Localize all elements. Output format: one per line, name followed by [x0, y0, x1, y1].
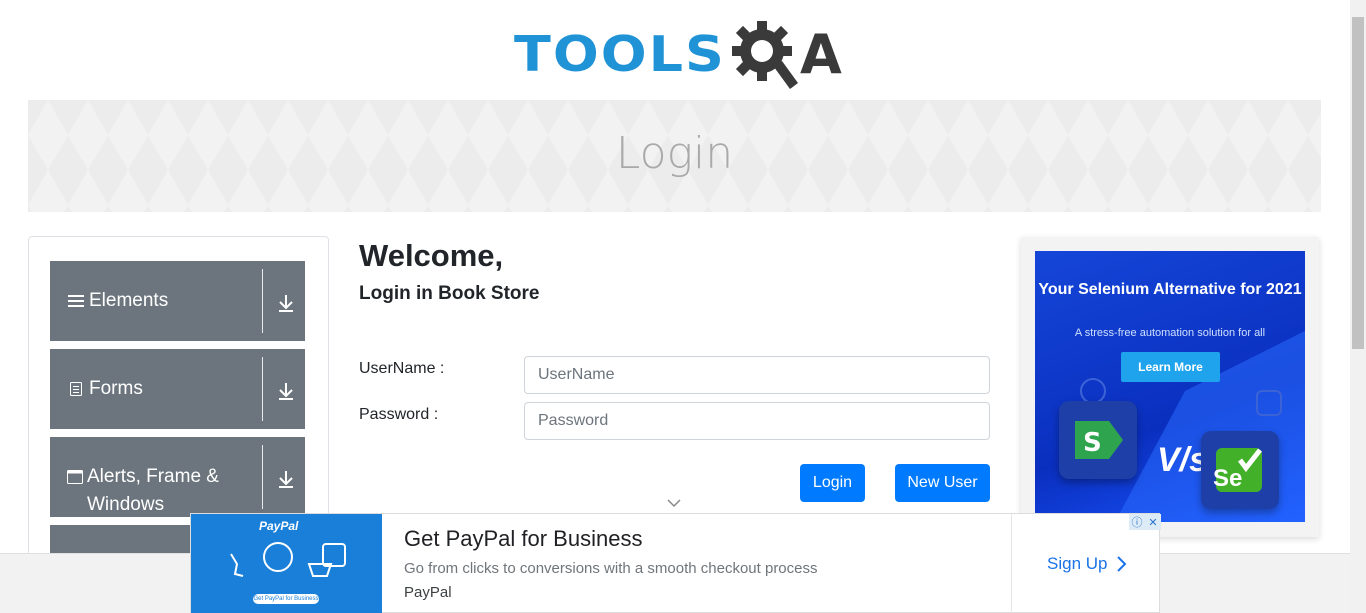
sidebar-group-elements[interactable]: Elements: [50, 261, 305, 341]
sign-up-link[interactable]: Sign Up: [1047, 554, 1129, 574]
sidebar-group-label: Alerts, Frame & Windows: [87, 466, 219, 515]
ad-headline: Your Selenium Alternative for 2021: [1038, 281, 1302, 298]
page-title: Login: [615, 128, 734, 179]
username-label: UserName :: [359, 360, 445, 377]
selenium-text: Se: [1213, 465, 1243, 492]
sign-up-label: Sign Up: [1047, 554, 1108, 573]
vertical-scrollbar[interactable]: [1350, 0, 1366, 613]
close-icon[interactable]: ✕: [1145, 514, 1161, 530]
paypal-small-button: Get PayPal for Business: [253, 594, 319, 604]
learn-more-button[interactable]: Learn More: [1121, 352, 1220, 382]
sidebar-group-header[interactable]: Forms: [67, 375, 143, 403]
sidebar-group-forms[interactable]: Forms: [50, 349, 305, 429]
paypal-ad-image[interactable]: PayPal Get PayPal for Business: [191, 514, 382, 613]
password-input[interactable]: [524, 402, 990, 440]
toolsqa-logo[interactable]: TOOLS A: [514, 14, 842, 94]
side-ad[interactable]: Your Selenium Alternative for 2021 A str…: [1035, 251, 1305, 522]
page-banner: Login: [28, 100, 1321, 212]
logo-tools-text: TOOLS: [514, 25, 726, 83]
sidebar-group-alerts[interactable]: Alerts, Frame & Windows: [50, 437, 305, 517]
document-icon: [67, 375, 85, 403]
info-icon[interactable]: ⓘ: [1129, 514, 1145, 530]
bottom-ad-brand: PayPal: [404, 584, 452, 601]
chevron-down-icon[interactable]: [666, 497, 682, 509]
welcome-heading: Welcome,: [359, 238, 504, 273]
download-arrow-icon[interactable]: [276, 381, 296, 401]
download-arrow-icon[interactable]: [276, 469, 296, 489]
sidebar-group-header[interactable]: Alerts, Frame & Windows: [67, 463, 242, 519]
divider: [262, 445, 263, 509]
bottom-ad[interactable]: PayPal Get PayPal for Business Get PayPa…: [190, 513, 1161, 613]
logo-qa: A: [730, 17, 842, 91]
window-icon: [67, 463, 83, 491]
login-subtitle: Login in Book Store: [359, 283, 540, 304]
selenium-logo-tile: Se: [1201, 431, 1279, 509]
bottom-ad-title[interactable]: Get PayPal for Business: [404, 526, 642, 552]
divider: [262, 269, 263, 333]
katalon-logo-tile: S: [1059, 401, 1137, 479]
katalon-icon: S: [1075, 421, 1123, 459]
password-label: Password :: [359, 406, 439, 423]
scrollbar-thumb[interactable]: [1352, 17, 1364, 349]
divider: [1011, 514, 1012, 613]
ad-choices[interactable]: ⓘ ✕: [1129, 514, 1161, 530]
gear-icon: [731, 21, 798, 89]
logo-a-text: A: [799, 22, 842, 86]
download-arrow-icon[interactable]: [276, 293, 296, 313]
new-user-button[interactable]: New User: [895, 464, 990, 502]
chevron-right-icon: [1117, 556, 1127, 572]
divider: [262, 357, 263, 421]
sidebar-group-label: Forms: [89, 378, 143, 399]
sidebar-group-header[interactable]: Elements: [67, 287, 168, 315]
ad-subtext: A stress-free automation solution for al…: [1074, 327, 1266, 339]
hamburger-icon: [67, 287, 85, 315]
username-input[interactable]: [524, 356, 990, 394]
bottom-ad-description: Go from clicks to conversions with a smo…: [404, 560, 818, 577]
login-button[interactable]: Login: [800, 464, 865, 502]
header: TOOLS A: [0, 0, 1350, 98]
sidebar-group-label: Elements: [89, 290, 169, 311]
svg-text:S: S: [1083, 428, 1102, 458]
